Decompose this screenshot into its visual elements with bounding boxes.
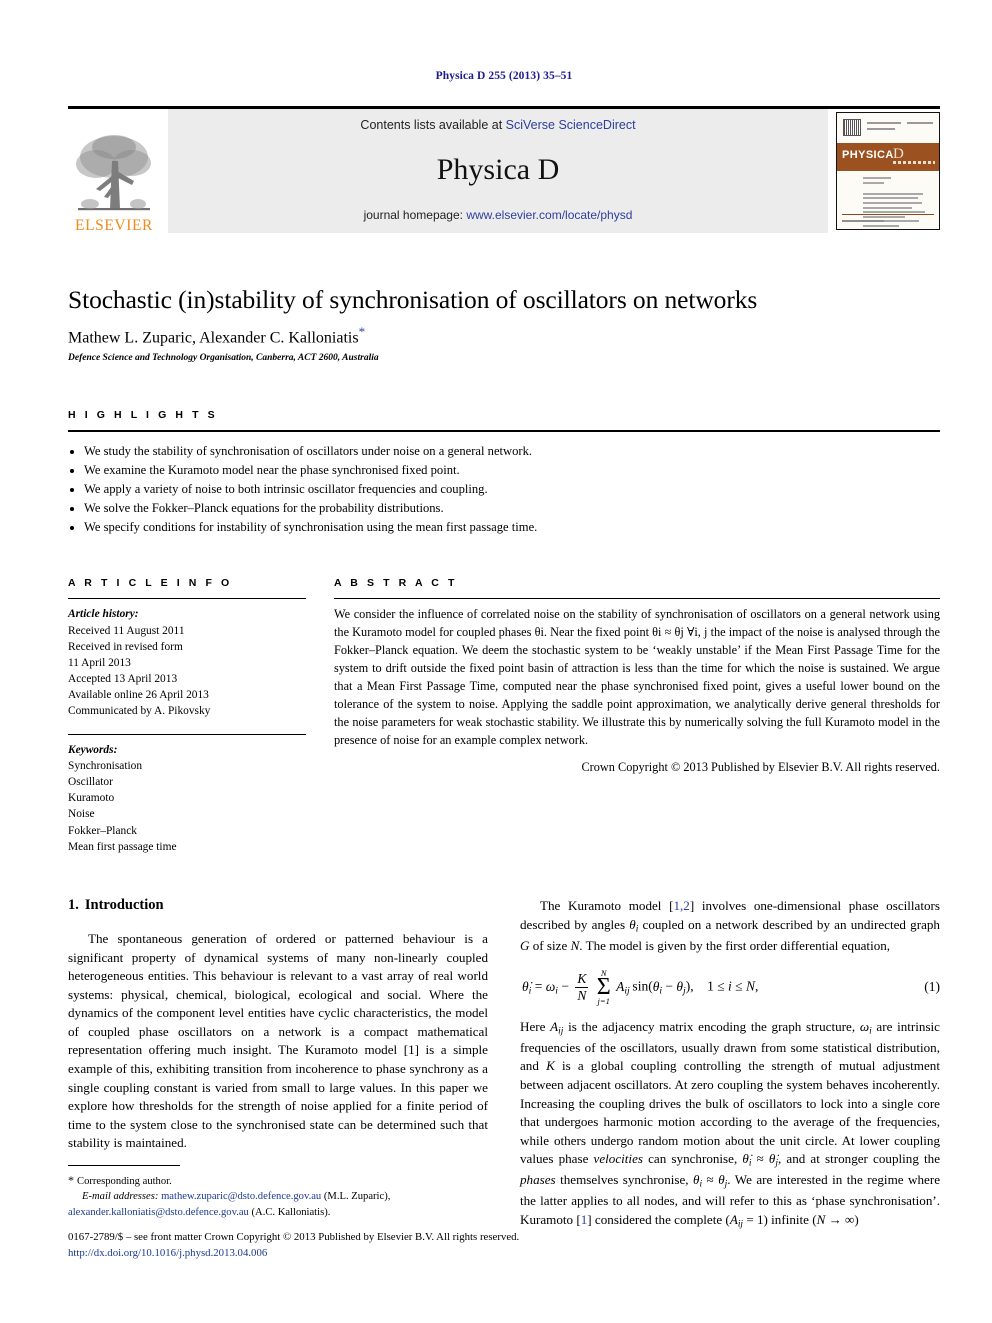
- author-list: Mathew L. Zuparic, Alexander C. Kallonia…: [68, 324, 940, 347]
- journal-masthead: ELSEVIER Contents lists available at Sci…: [68, 106, 940, 233]
- running-head: Physica D 255 (2013) 35–51: [435, 70, 573, 82]
- title-block: Stochastic (in)stability of synchronisat…: [68, 285, 940, 363]
- keywords-divider: [68, 733, 306, 735]
- keyword-item: Kuramoto: [68, 792, 115, 805]
- paper-page: Physica D 255 (2013) 35–51 ELSEVIER Cont…: [0, 0, 992, 1323]
- article-info-divider: [68, 598, 306, 600]
- section-heading-introduction: 1. Introduction: [68, 897, 488, 914]
- info-abstract-row: A R T I C L E I N F O Article history: R…: [68, 577, 940, 855]
- email-owner-2: (A.C. Kalloniatis).: [251, 1206, 331, 1218]
- email-label: E-mail addresses:: [82, 1191, 159, 1203]
- asterisk-icon: *: [68, 1173, 74, 1187]
- section-number: 1.: [68, 896, 79, 913]
- intro-paragraph-1-text: The spontaneous generation of ordered or…: [68, 930, 488, 1151]
- email-owner-1: (M.L. Zuparic),: [323, 1191, 391, 1203]
- abstract-text: We consider the influence of correlated …: [334, 607, 940, 748]
- corresponding-author-marker[interactable]: *: [359, 324, 366, 339]
- abstract-heading: A B S T R A C T: [334, 577, 458, 590]
- article-history-label: Article history:: [68, 608, 139, 621]
- affiliation: Defence Science and Technology Organisat…: [68, 352, 379, 363]
- cover-footer: [842, 214, 934, 222]
- equation-1-number: (1): [924, 979, 940, 995]
- keywords-label: Keywords:: [68, 743, 118, 756]
- sciencedirect-link[interactable]: SciVerse ScienceDirect: [506, 118, 636, 132]
- list-item: We study the stability of synchronisatio…: [68, 442, 940, 461]
- abstract-copyright: Crown Copyright © 2013 Published by Else…: [581, 759, 940, 774]
- body-column-right: The Kuramoto model [1,2] involves one-di…: [520, 897, 940, 1232]
- section-title: Introduction: [84, 896, 164, 913]
- list-item: We apply a variety of noise to both intr…: [68, 480, 940, 499]
- article-info-heading: A R T I C L E I N F O: [68, 577, 233, 590]
- list-item: We solve the Fokker–Planck equations for…: [68, 499, 940, 518]
- fraction-k-over-n: KN: [575, 971, 589, 1003]
- equation-1-row: θ̇i = ωi − KN N Σj=1 Aij sin(θi − θj), 1 …: [520, 969, 940, 1006]
- elsevier-logo: ELSEVIER: [68, 109, 160, 233]
- keyword-item: Fokker–Planck: [68, 824, 137, 837]
- email-link-2[interactable]: alexander.kalloniatis@dsto.defence.gov.a…: [68, 1207, 249, 1218]
- history-line: 11 April 2013: [68, 656, 131, 669]
- keywords-block: Keywords: Synchronisation Oscillator Kur…: [68, 733, 306, 855]
- elsevier-wordmark: ELSEVIER: [75, 216, 153, 234]
- list-item: We specify conditions for instability of…: [68, 518, 940, 537]
- keyword-item: Oscillator: [68, 776, 113, 789]
- page-title: Stochastic (in)stability of synchronisat…: [68, 285, 758, 314]
- intro-paragraph-1: The spontaneous generation of ordered or…: [68, 930, 488, 1153]
- keywords-list: Keywords: Synchronisation Oscillator Kur…: [68, 742, 306, 855]
- footnote-block: * Corresponding author. E-mail addresses:…: [68, 1165, 493, 1220]
- contents-line: Contents lists available at SciVerse Sci…: [360, 118, 635, 132]
- cover-journal-name: PHYSICA: [842, 149, 894, 161]
- keyword-item: Synchronisation: [68, 759, 143, 772]
- cover-topbar: [843, 119, 933, 139]
- journal-title: Physica D: [436, 153, 560, 186]
- journal-cover-thumbnail[interactable]: PHYSICA D: [836, 112, 940, 230]
- email-link-1[interactable]: mathew.zuparic@dsto.defence.gov.au: [161, 1191, 321, 1202]
- homepage-prefix: journal homepage:: [363, 208, 467, 222]
- cover-contents-lines: [863, 177, 933, 229]
- cover-subtitle-bars: [893, 161, 935, 164]
- keyword-item: Noise: [68, 808, 95, 821]
- doi-link[interactable]: http://dx.doi.org/10.1016/j.physd.2013.0…: [68, 1246, 940, 1262]
- history-line: Received in revised form: [68, 640, 183, 653]
- email-addresses-note: E-mail addresses: mathew.zuparic@dsto.de…: [68, 1189, 493, 1220]
- citation-ref[interactable]: 1,2: [673, 898, 689, 913]
- keyword-item: Mean first passage time: [68, 840, 177, 853]
- contents-prefix: Contents lists available at: [360, 118, 506, 132]
- page-content: Physica D 255 (2013) 35–51 ELSEVIER Cont…: [68, 0, 940, 1232]
- equation-1: θ̇i = ωi − KN N Σj=1 Aij sin(θi − θj), 1 …: [522, 968, 759, 1007]
- journal-homepage-link[interactable]: www.elsevier.com/locate/physd: [466, 208, 632, 222]
- highlights-heading: H I G H L I G H T S: [68, 408, 218, 421]
- history-line: Received 11 August 2011: [68, 624, 185, 637]
- corresponding-author-note: * Corresponding author.: [68, 1172, 493, 1189]
- highlights-divider: [68, 429, 940, 432]
- kuramoto-paragraph-1: The Kuramoto model [1,2] involves one-di…: [520, 897, 941, 953]
- abstract-divider: [334, 598, 940, 600]
- page-footer: 0167-2789/$ – see front matter Crown Cop…: [68, 1230, 940, 1261]
- corresponding-author-text: Corresponding author.: [77, 1176, 172, 1187]
- highlights-list: We study the stability of synchronisatio…: [68, 442, 940, 538]
- cover-logo-icon: [843, 119, 861, 136]
- footnote-divider: [68, 1165, 180, 1166]
- abstract-section: A B S T R A C T We consider the influenc…: [334, 577, 940, 855]
- issn-copyright-line: 0167-2789/$ – see front matter Crown Cop…: [68, 1231, 520, 1243]
- highlights-section: H I G H L I G H T S We study the stabili…: [68, 409, 940, 538]
- list-item: We examine the Kuramoto model near the p…: [68, 461, 940, 480]
- homepage-line: journal homepage: www.elsevier.com/locat…: [364, 208, 633, 222]
- citation-ref[interactable]: 1: [581, 1212, 588, 1227]
- author-names: Mathew L. Zuparic, Alexander C. Kallonia…: [68, 329, 359, 347]
- summation-symbol: N Σj=1: [596, 968, 611, 1007]
- history-line: Accepted 13 April 2013: [68, 673, 178, 686]
- kuramoto-paragraph-2: Here Aij is the adjacency matrix encodin…: [520, 1018, 941, 1230]
- article-info-section: A R T I C L E I N F O Article history: R…: [68, 577, 306, 855]
- elsevier-tree-icon: [76, 134, 151, 210]
- journal-band: Contents lists available at SciVerse Sci…: [168, 109, 828, 233]
- history-line: Available online 26 April 2013: [68, 689, 209, 702]
- article-history: Article history: Received 11 August 2011…: [68, 606, 306, 719]
- history-line: Communicated by A. Pikovsky: [68, 705, 211, 718]
